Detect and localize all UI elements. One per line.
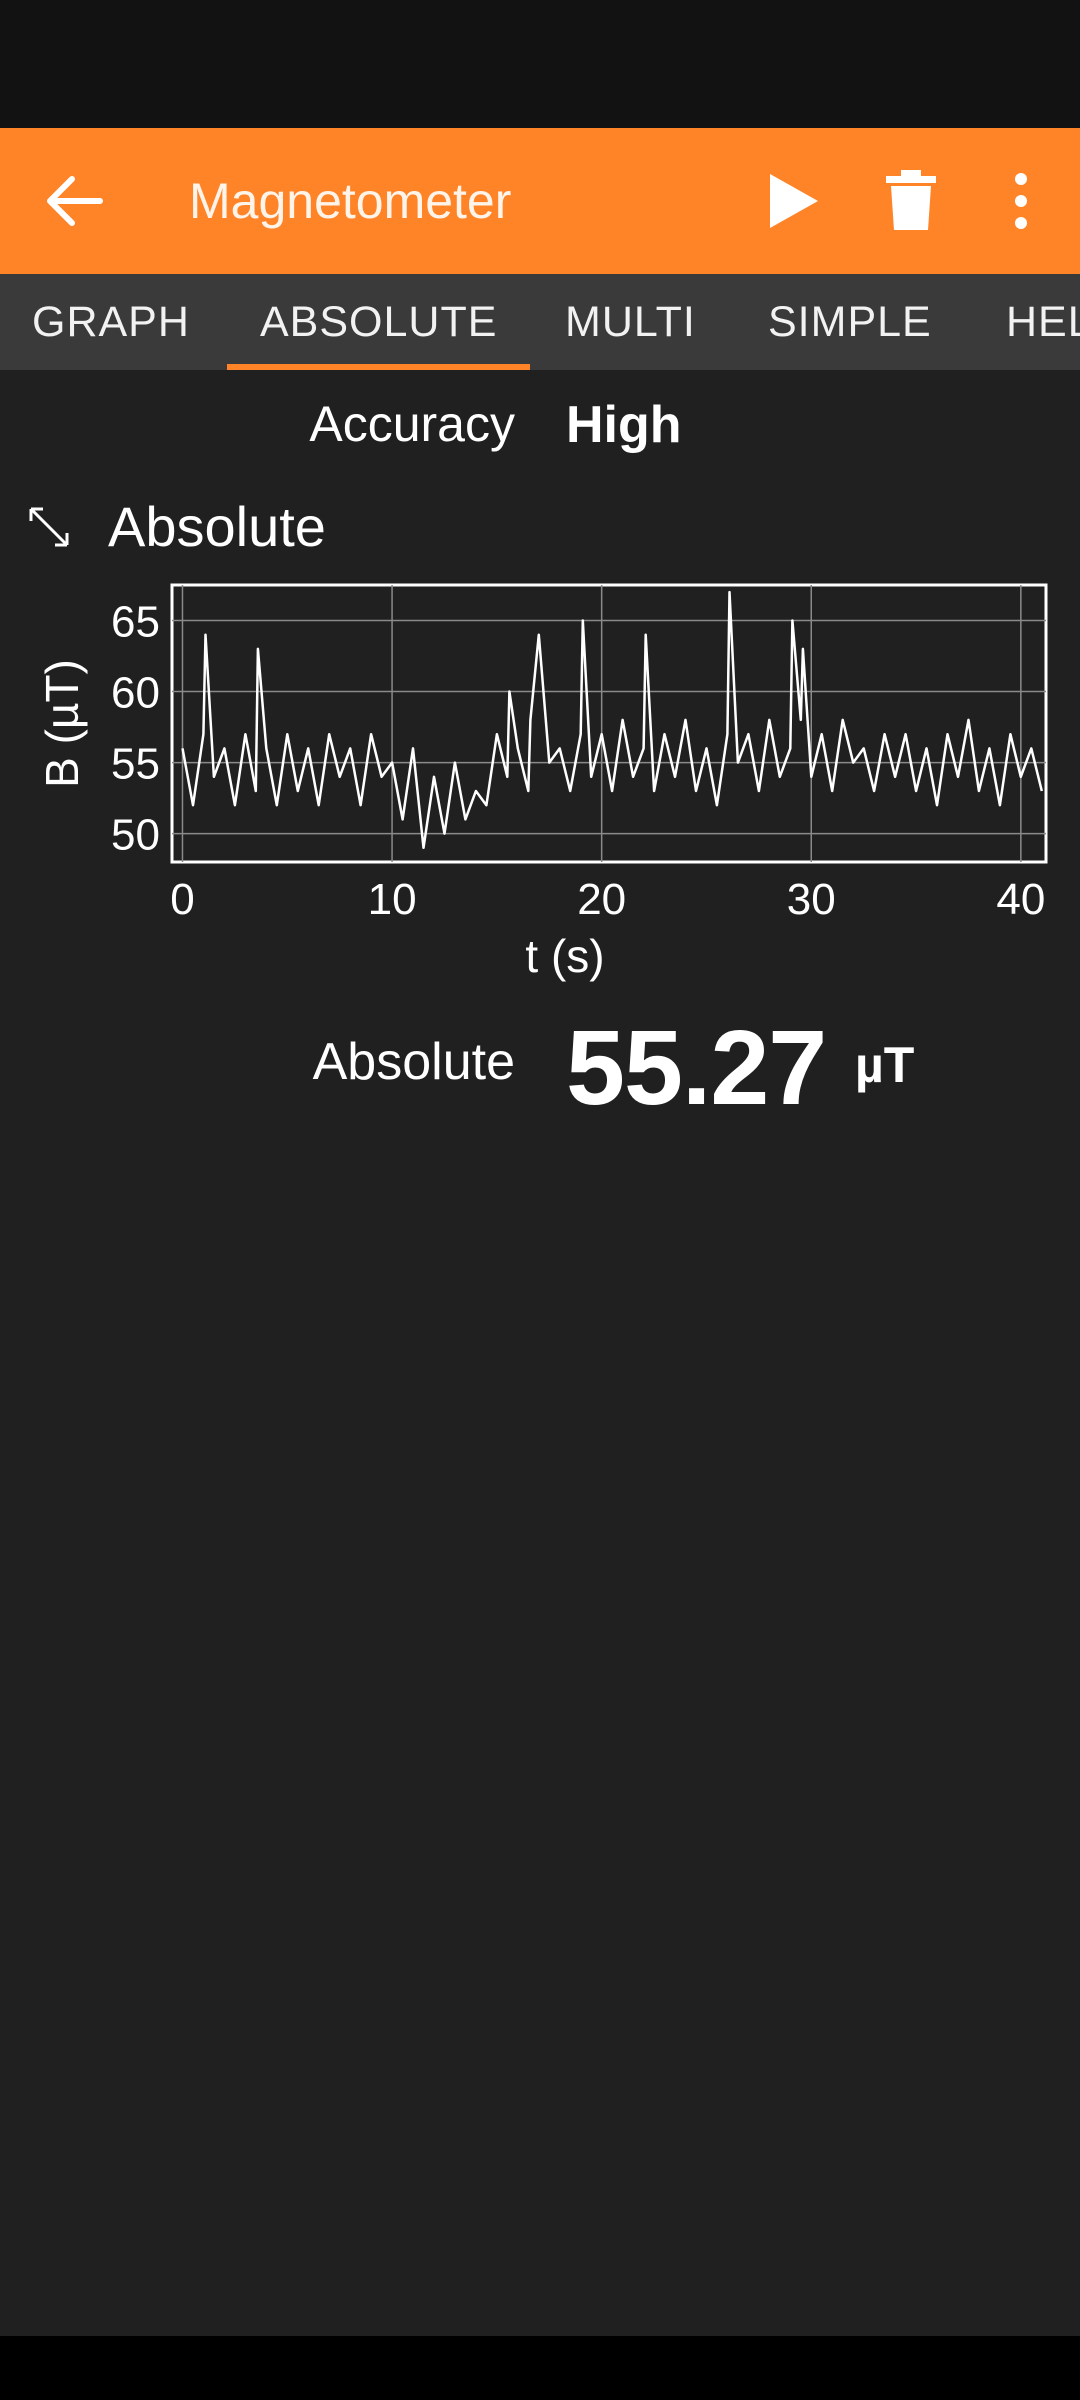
play-icon[interactable] <box>766 172 822 230</box>
tab-multi[interactable]: MULTI <box>565 274 696 370</box>
tab-graph[interactable]: GRAPH <box>32 274 190 370</box>
trash-icon[interactable] <box>886 170 936 230</box>
result-label: Absolute <box>312 1033 515 1091</box>
tab-help[interactable]: HELP <box>1006 274 1080 370</box>
y-tick-label: 60 <box>111 669 160 718</box>
x-tick-label: 40 <box>996 875 1045 924</box>
result-value: 55.27 <box>566 1009 827 1127</box>
accuracy-label: Accuracy <box>309 396 515 452</box>
plot-area <box>170 583 1048 864</box>
y-tick-label: 55 <box>111 740 160 789</box>
arrow-left-icon[interactable] <box>44 173 104 229</box>
result-unit: µT <box>855 1037 915 1093</box>
y-axis-label: B (µT) <box>36 659 88 788</box>
x-tick-label: 0 <box>170 875 194 924</box>
expand-icon[interactable] <box>28 506 70 548</box>
app-bar: Magnetometer <box>0 128 1080 274</box>
x-axis-label: t (s) <box>525 930 604 982</box>
x-tick-label: 10 <box>368 875 417 924</box>
x-tick-label: 20 <box>577 875 626 924</box>
tab-simple[interactable]: SIMPLE <box>768 274 932 370</box>
tab-absolute[interactable]: ABSOLUTE <box>226 274 531 370</box>
more-vert-icon[interactable] <box>1004 172 1038 230</box>
y-tick-label: 65 <box>111 598 160 647</box>
app-title: Magnetometer <box>189 173 512 229</box>
navigation-bar <box>0 2336 1080 2400</box>
y-tick-label: 50 <box>111 811 160 860</box>
x-tick-label: 30 <box>787 875 836 924</box>
tab-bar: GRAPH ABSOLUTE MULTI SIMPLE HELP <box>0 274 1080 370</box>
magnetic-field-chart[interactable]: 0 10 20 30 40 50 55 60 65 t (s) B (µT) <box>0 570 1080 990</box>
graph-title: Absolute <box>108 495 326 558</box>
accuracy-value: High <box>566 396 682 454</box>
status-bar <box>0 0 1080 128</box>
